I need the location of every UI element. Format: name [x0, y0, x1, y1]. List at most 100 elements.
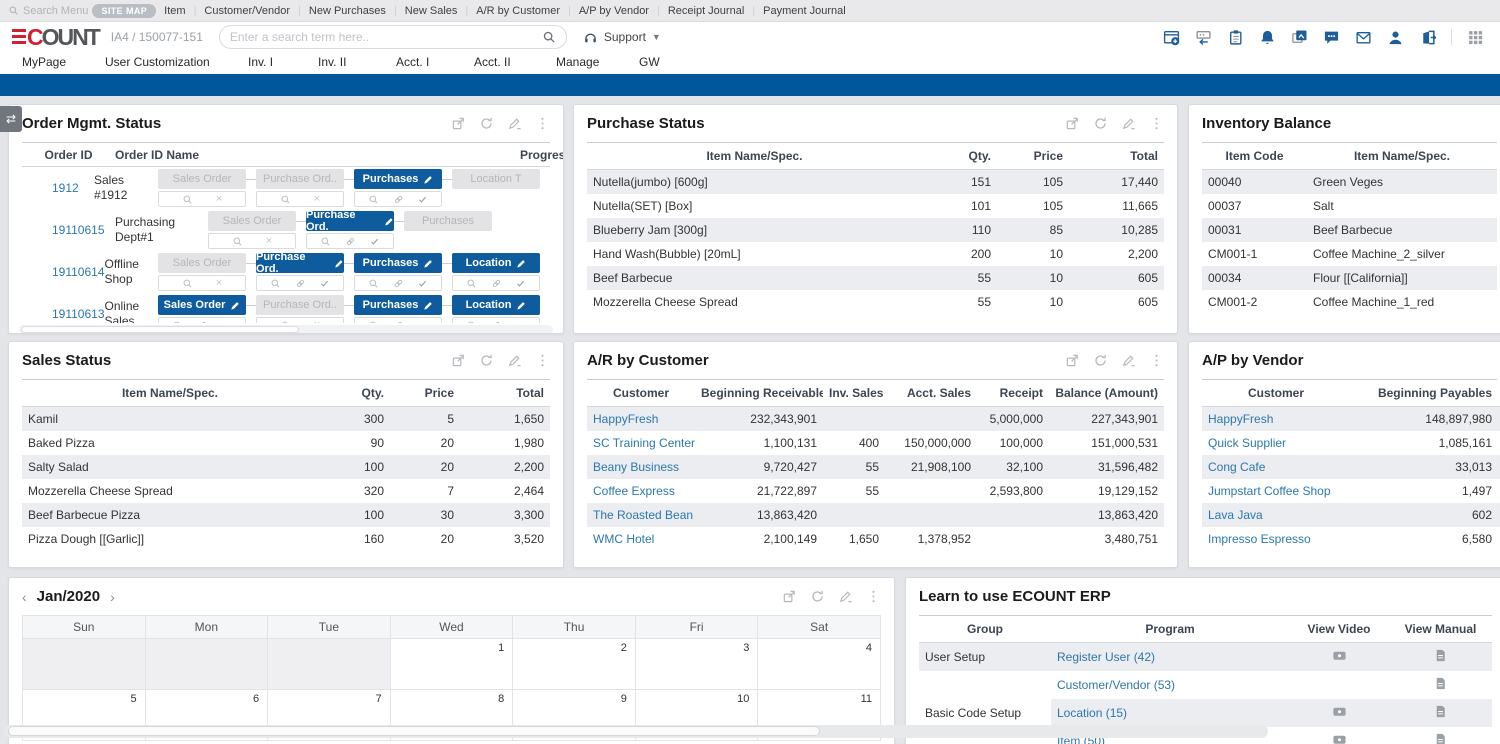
popout-icon[interactable] [451, 353, 466, 368]
scrollbar-thumb[interactable] [8, 726, 820, 736]
calendar-day[interactable] [23, 639, 146, 690]
page-h-scrollbar[interactable] [4, 725, 1268, 738]
search-icon[interactable] [280, 194, 291, 205]
search-icon[interactable] [466, 278, 477, 289]
calendar-day[interactable]: 1 [390, 639, 513, 690]
manual-icon[interactable] [1433, 732, 1448, 744]
video-icon[interactable] [1332, 732, 1347, 744]
customer-link[interactable]: Beany Business [593, 460, 679, 474]
more-icon[interactable] [535, 353, 550, 368]
new-window-icon[interactable] [1163, 29, 1180, 46]
tab-mypage[interactable]: MyPage [22, 55, 66, 69]
vendor-link[interactable]: HappyFresh [1208, 412, 1273, 426]
popout-icon[interactable] [1065, 353, 1080, 368]
manual-icon[interactable] [1433, 704, 1448, 719]
user-icon[interactable] [1387, 29, 1404, 46]
popout-icon[interactable] [1065, 116, 1080, 131]
tab-acct-2[interactable]: Acct. II [474, 55, 511, 69]
apps-grid-icon[interactable] [1467, 29, 1484, 46]
calendar-day[interactable]: 4 [758, 639, 881, 690]
vendor-link[interactable]: Quick Supplier [1208, 436, 1286, 450]
order-id-link[interactable]: 19110613 [52, 307, 105, 321]
link-icon[interactable] [345, 236, 356, 247]
close-icon[interactable]: × [216, 278, 222, 289]
link-icon[interactable] [393, 194, 404, 205]
refresh-icon[interactable] [810, 589, 825, 604]
bell-icon[interactable] [1259, 29, 1276, 46]
customer-link[interactable]: SC Training Center [593, 436, 695, 450]
stage-button[interactable]: Purchase Ord. [306, 211, 394, 231]
tab-inv-2[interactable]: Inv. II [318, 55, 346, 69]
search-icon[interactable] [542, 30, 556, 44]
stage-button[interactable]: Sales Order [158, 169, 246, 189]
calendar-day[interactable]: 2 [513, 639, 636, 690]
more-icon[interactable] [535, 116, 550, 131]
stage-button[interactable]: Purchases [354, 169, 442, 189]
calendar-next-button[interactable]: › [110, 589, 115, 605]
topbar-item-payment-journal[interactable]: Payment Journal [763, 5, 846, 17]
stage-button[interactable]: Sales Order [158, 295, 246, 315]
calendar-day[interactable] [145, 639, 268, 690]
search-icon[interactable] [182, 278, 193, 289]
order-id-link[interactable]: 19110614 [52, 265, 105, 279]
check-icon[interactable] [221, 320, 232, 324]
tab-acct-1[interactable]: Acct. I [396, 55, 429, 69]
check-icon[interactable] [417, 194, 428, 205]
search-icon[interactable] [182, 194, 193, 205]
tab-manage[interactable]: Manage [556, 55, 599, 69]
topbar-item-item[interactable]: Item [164, 5, 185, 17]
edit-icon[interactable] [838, 589, 853, 604]
search-icon[interactable] [320, 236, 331, 247]
link-icon[interactable] [197, 320, 208, 324]
stage-button[interactable]: Purchase Ord.. [256, 295, 344, 315]
topbar-item-new-purchases[interactable]: New Purchases [309, 5, 386, 17]
global-search[interactable] [219, 25, 567, 49]
refresh-icon[interactable] [479, 116, 494, 131]
search-icon[interactable] [280, 320, 291, 324]
vendor-link[interactable]: Lava Java [1208, 508, 1263, 522]
video-icon[interactable] [1332, 704, 1347, 719]
check-icon[interactable] [515, 320, 526, 324]
topbar-item-receipt-journal[interactable]: Receipt Journal [668, 5, 744, 17]
tab-inv-1[interactable]: Inv. I [248, 55, 273, 69]
manual-icon[interactable] [1433, 648, 1448, 663]
check-icon[interactable] [369, 236, 380, 247]
vendor-link[interactable]: Jumpstart Coffee Shop [1208, 484, 1331, 498]
topbar-item-customer-vendor[interactable]: Customer/Vendor [204, 5, 290, 17]
scrollbar-thumb[interactable] [21, 326, 299, 333]
close-icon[interactable]: × [266, 236, 272, 247]
tab-user-customization[interactable]: User Customization [105, 55, 210, 69]
clipboard-icon[interactable] [1227, 29, 1244, 46]
topbar-item-ap-by-vendor[interactable]: A/P by Vendor [579, 5, 649, 17]
site-map-badge[interactable]: SITE MAP [92, 4, 156, 18]
more-icon[interactable] [1149, 353, 1164, 368]
program-link[interactable]: Register User (42) [1057, 650, 1155, 664]
search-icon[interactable] [232, 236, 243, 247]
program-link[interactable]: Location (15) [1057, 706, 1127, 720]
link-icon[interactable] [393, 278, 404, 289]
check-icon[interactable] [515, 278, 526, 289]
edit-icon[interactable] [1121, 116, 1136, 131]
customer-link[interactable]: Coffee Express [593, 484, 675, 498]
return-panel-icon[interactable] [1195, 29, 1212, 46]
ecount-logo[interactable]: C OUNT [12, 24, 99, 51]
stage-button[interactable]: Location T [452, 169, 540, 189]
popout-icon[interactable] [451, 116, 466, 131]
search-icon[interactable] [368, 320, 379, 324]
link-icon[interactable] [491, 278, 502, 289]
support-menu[interactable]: Support ▼ [583, 30, 661, 45]
refresh-icon[interactable] [1093, 116, 1108, 131]
stage-button[interactable]: Purchase Ord.. [256, 169, 344, 189]
topbar-item-ar-by-customer[interactable]: A/R by Customer [476, 5, 560, 17]
vendor-link[interactable]: Impresso Espresso [1208, 532, 1311, 546]
video-icon[interactable] [1332, 648, 1347, 663]
link-icon[interactable] [491, 320, 502, 324]
stage-button[interactable]: Purchases [354, 295, 442, 315]
refresh-icon[interactable] [479, 353, 494, 368]
refresh-icon[interactable] [1093, 353, 1108, 368]
vendor-link[interactable]: Cong Cafe [1208, 460, 1265, 474]
program-link[interactable]: Customer/Vendor (53) [1057, 678, 1175, 692]
edit-icon[interactable] [507, 116, 522, 131]
stage-button[interactable]: Purchase Ord. [256, 253, 344, 273]
more-icon[interactable] [1149, 116, 1164, 131]
